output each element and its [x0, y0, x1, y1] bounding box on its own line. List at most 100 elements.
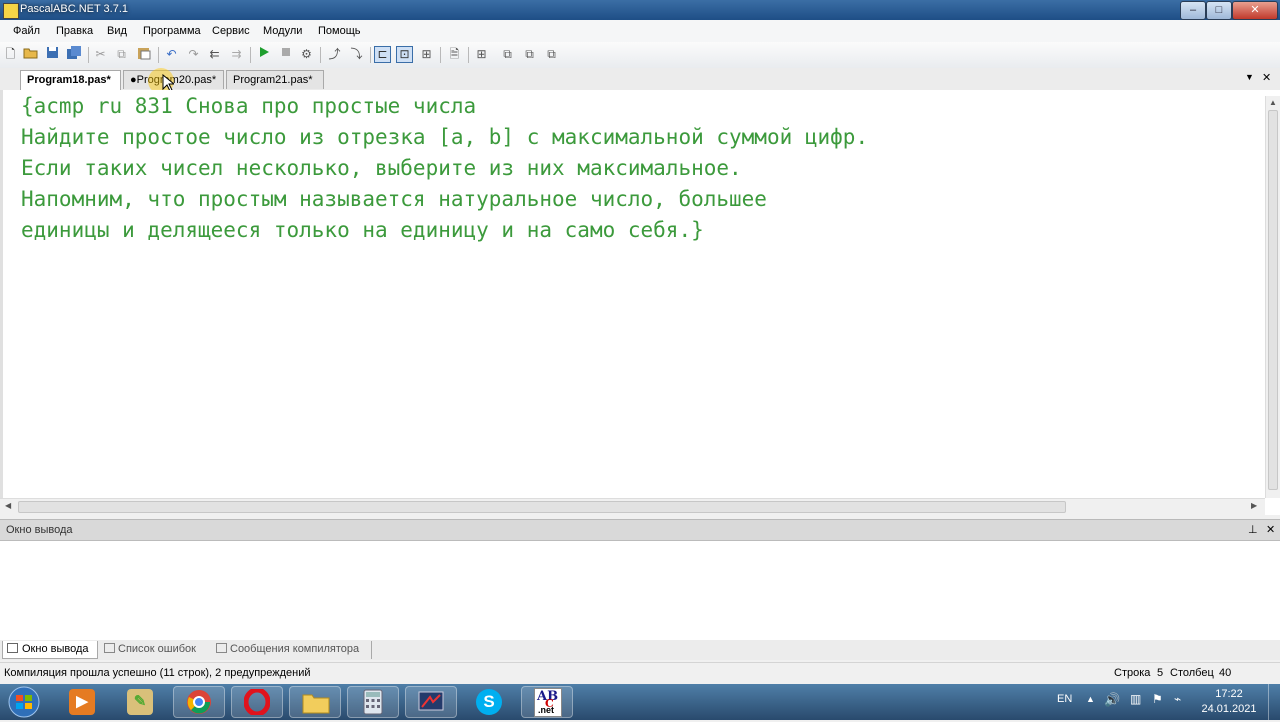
editor-horizontal-scrollbar[interactable]: ◀ ▶: [0, 498, 1265, 515]
document-icon[interactable]: 🗎: [446, 46, 463, 63]
status-message: Компиляция прошла успешно (11 строк), 2 …: [4, 667, 311, 679]
menu-service[interactable]: Сервис: [212, 25, 250, 37]
clock-time: 17:22: [1215, 688, 1243, 700]
step-over-icon[interactable]: ⤴: [326, 46, 343, 63]
taskbar-recorder[interactable]: [405, 686, 457, 718]
maximize-button[interactable]: □: [1206, 1, 1232, 20]
volume-icon[interactable]: 🔊: [1104, 692, 1120, 708]
tab-compiler-messages[interactable]: Сообщения компилятора: [212, 641, 372, 659]
menu-help[interactable]: Помощь: [318, 25, 361, 37]
window-cascade-icon[interactable]: ⧉: [499, 46, 516, 63]
taskbar: ▶ ✎ S AB C .net EN ▲ 🔊 ▥ ⚑ ⌁ 17:22 24.01…: [0, 684, 1280, 720]
menu-file[interactable]: Файл: [13, 25, 40, 37]
format-code-icon[interactable]: ⊏: [374, 46, 391, 63]
close-button[interactable]: ✕: [1232, 1, 1278, 20]
debug-output-icon[interactable]: ⊡: [396, 46, 413, 63]
status-bar: Компиляция прошла успешно (11 строк), 2 …: [0, 662, 1280, 685]
row-label: Строка: [1114, 667, 1151, 679]
toolbar: 🗋 ✂ ⧉ ↶ ↷ ⇇ ⇉ ⚙ ⤴ ⤵ ⊏ ⊡ ⊞ 🗎 ⊞ ⧉ ⧉ ⧉: [0, 42, 1280, 69]
form-designer-icon[interactable]: ⊞: [418, 46, 435, 63]
code-line: Напомним, что простым называется натурал…: [21, 187, 767, 211]
column-value: 40: [1219, 667, 1232, 679]
code-line: единицы и делящееся только на единицу и …: [21, 218, 704, 242]
menu-view[interactable]: Вид: [107, 25, 127, 37]
stop-icon[interactable]: [277, 46, 294, 63]
folder-icon: [302, 694, 330, 714]
tab-error-list-label: Список ошибок: [118, 643, 196, 655]
paste-icon[interactable]: [135, 46, 152, 63]
navigate-back-icon[interactable]: ⇇: [206, 46, 223, 63]
scroll-up-icon[interactable]: ▲: [1269, 98, 1277, 107]
tab-output-window-label: Окно вывода: [22, 643, 89, 655]
save-all-icon[interactable]: [65, 46, 82, 63]
action-center-icon[interactable]: ⚑: [1152, 692, 1163, 706]
tray-expand-icon[interactable]: ▲: [1086, 694, 1095, 704]
opera-icon: [244, 689, 270, 715]
minimize-button[interactable]: –: [1180, 1, 1206, 20]
menu-modules[interactable]: Модули: [263, 25, 302, 37]
menu-bar: Файл Правка Вид Программа Сервис Модули …: [0, 20, 1280, 42]
output-area[interactable]: [0, 540, 1280, 641]
chrome-icon: [187, 690, 211, 714]
network-icon[interactable]: ▥: [1130, 692, 1141, 706]
taskbar-media-player[interactable]: ▶: [56, 686, 108, 718]
open-folder-icon[interactable]: [22, 46, 39, 63]
code-line: Если таких чисел несколько, выберите из …: [21, 156, 742, 180]
row-value: 5: [1157, 667, 1164, 679]
editor-vertical-scrollbar[interactable]: ▲: [1265, 96, 1280, 498]
message-icon: [216, 643, 227, 653]
taskbar-calculator[interactable]: [347, 686, 399, 718]
scroll-right-icon[interactable]: ▶: [1251, 501, 1257, 510]
output-close-icon[interactable]: ✕: [1266, 523, 1275, 536]
tray-clock[interactable]: 17:22 24.01.2021: [1196, 687, 1262, 717]
menu-program[interactable]: Программа: [143, 25, 201, 37]
tab-dropdown-icon[interactable]: ▼: [1245, 72, 1254, 82]
tab-program18[interactable]: Program18.pas*: [20, 70, 121, 90]
taskbar-chrome[interactable]: [173, 686, 225, 718]
window-arrange-icon[interactable]: ⧉: [543, 46, 560, 63]
tab-close-icon[interactable]: ✕: [1262, 71, 1271, 84]
new-file-icon[interactable]: 🗋: [2, 46, 19, 63]
show-desktop-button[interactable]: [1268, 684, 1280, 720]
output-panel-title: Окно вывода: [6, 524, 73, 536]
navigate-forward-icon[interactable]: ⇉: [228, 46, 245, 63]
code-editor[interactable]: {acmp ru 831 Снова про простые числа Най…: [0, 90, 1280, 515]
tab-error-list[interactable]: Список ошибок: [100, 641, 210, 659]
taskbar-opera[interactable]: [231, 686, 283, 718]
window-title: PascalABC.NET 3.7.1: [20, 3, 129, 15]
code-line: {acmp ru 831 Снова про простые числа: [21, 94, 477, 118]
taskbar-skype[interactable]: S: [463, 686, 515, 718]
cut-icon[interactable]: ✂: [92, 46, 109, 63]
toolbar-separator: [88, 47, 89, 63]
vertical-scroll-thumb[interactable]: [1268, 110, 1278, 490]
windows-logo-icon: [8, 686, 40, 718]
column-label: Столбец: [1170, 667, 1214, 679]
pin-icon[interactable]: ⊥: [1248, 523, 1258, 536]
power-icon[interactable]: ⌁: [1174, 692, 1181, 706]
window-tile-icon[interactable]: ⧉: [521, 46, 538, 63]
tab-output-window[interactable]: Окно вывода: [2, 641, 98, 659]
toolbar-separator: [468, 47, 469, 63]
tab-program21[interactable]: Program21.pas*: [226, 70, 324, 89]
taskbar-paint[interactable]: ✎: [114, 686, 166, 718]
compile-icon[interactable]: ⚙: [298, 46, 315, 63]
language-indicator[interactable]: EN: [1057, 693, 1072, 705]
run-icon[interactable]: [255, 46, 272, 63]
step-into-icon[interactable]: ⤵: [348, 46, 365, 63]
menu-edit[interactable]: Правка: [56, 25, 93, 37]
save-icon[interactable]: [44, 46, 61, 63]
undo-icon[interactable]: ↶: [163, 46, 180, 63]
output-panel-header: Окно вывода ⊥ ✕: [0, 519, 1280, 541]
app-icon: [3, 3, 19, 19]
window-icon: [7, 643, 18, 653]
bottom-tab-bar: Окно вывода Список ошибок Сообщения комп…: [0, 640, 1280, 660]
start-button[interactable]: [4, 685, 44, 719]
scroll-left-icon[interactable]: ◀: [5, 501, 11, 510]
taskbar-explorer[interactable]: [289, 686, 341, 718]
redo-icon[interactable]: ↷: [185, 46, 202, 63]
taskbar-pascalabc[interactable]: AB C .net: [521, 686, 573, 718]
pascalabc-icon: AB C .net: [534, 688, 562, 717]
horizontal-scroll-thumb[interactable]: [18, 501, 1066, 513]
copy-icon[interactable]: ⧉: [113, 46, 130, 63]
grid-icon[interactable]: ⊞: [473, 46, 490, 63]
